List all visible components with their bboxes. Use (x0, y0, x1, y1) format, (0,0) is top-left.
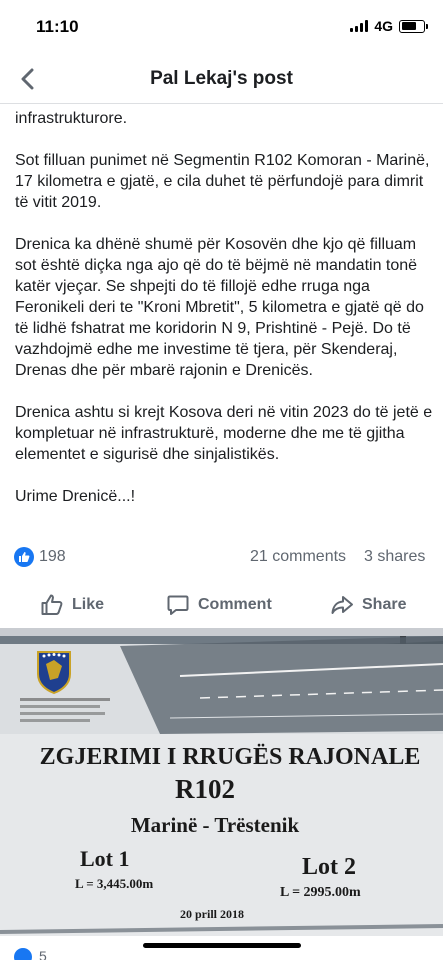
post-photo[interactable]: ZGJERIMI I RRUGËS RAJONALE R102 Marinë -… (0, 636, 443, 936)
post-paragraph: Urime Drenicë...! (15, 488, 136, 505)
photo-footer: 5 (0, 936, 443, 960)
sign-title: ZGJERIMI I RRUGËS RAJONALE (40, 744, 421, 770)
post-body: infrastrukturore. Sot filluan punimet në… (0, 104, 443, 538)
comment-button[interactable]: Comment (166, 585, 272, 625)
post-paragraph: Drenica ka dhënë shumë për Kosovën dhe k… (15, 236, 424, 379)
share-icon (331, 596, 353, 614)
thumbs-up-icon (41, 594, 63, 615)
lot1-length: L = 3,445.00m (75, 876, 153, 891)
lot1-label: Lot 1 (80, 846, 130, 871)
photo-scene: ZGJERIMI I RRUGËS RAJONALE R102 Marinë -… (0, 636, 443, 936)
post-paragraph: Sot filluan punimet në Segmentin R102 Ko… (15, 152, 430, 211)
home-indicator[interactable] (143, 943, 301, 948)
post-paragraph: infrastrukturore. (15, 110, 128, 127)
post-text: infrastrukturore. Sot filluan punimet në… (15, 104, 435, 528)
like-label: Like (72, 596, 105, 613)
status-bar: 11:10 4G (0, 0, 443, 54)
comment-icon (167, 595, 189, 615)
like-button[interactable]: Like (40, 585, 104, 625)
nav-bar: Pal Lekaj's post (0, 54, 443, 104)
signal-icon (350, 20, 369, 32)
comment-label: Comment (198, 596, 272, 613)
post-actions: Like Comment Share (0, 585, 443, 625)
lot2-label: Lot 2 (302, 854, 356, 880)
page-title: Pal Lekaj's post (150, 68, 293, 89)
sign-road: R102 (175, 774, 235, 804)
share-label: Share (362, 596, 407, 613)
comments-count[interactable]: 21 comments (250, 548, 346, 566)
photo-like-icon[interactable] (14, 948, 32, 960)
shares-count[interactable]: 3 shares (364, 548, 425, 566)
reaction-count[interactable]: 198 (39, 548, 66, 566)
battery-icon (399, 19, 428, 33)
status-indicators: 4G (350, 18, 428, 34)
section-divider (0, 628, 443, 636)
photo-like-count[interactable]: 5 (39, 948, 47, 960)
status-time: 11:10 (36, 17, 79, 36)
emblem-icon (37, 651, 71, 695)
like-reaction-icon[interactable] (14, 547, 34, 567)
network-type: 4G (374, 18, 393, 34)
sign-route: Marinë - Trëstenik (131, 813, 300, 837)
lot2-length: L = 2995.00m (280, 885, 361, 900)
share-button[interactable]: Share (330, 585, 406, 625)
reactions-row: 198 21 comments 3 shares (0, 542, 443, 574)
sign-date: 20 prill 2018 (180, 907, 244, 921)
post-paragraph: Drenica ashtu si krejt Kosova deri në vi… (15, 404, 433, 463)
